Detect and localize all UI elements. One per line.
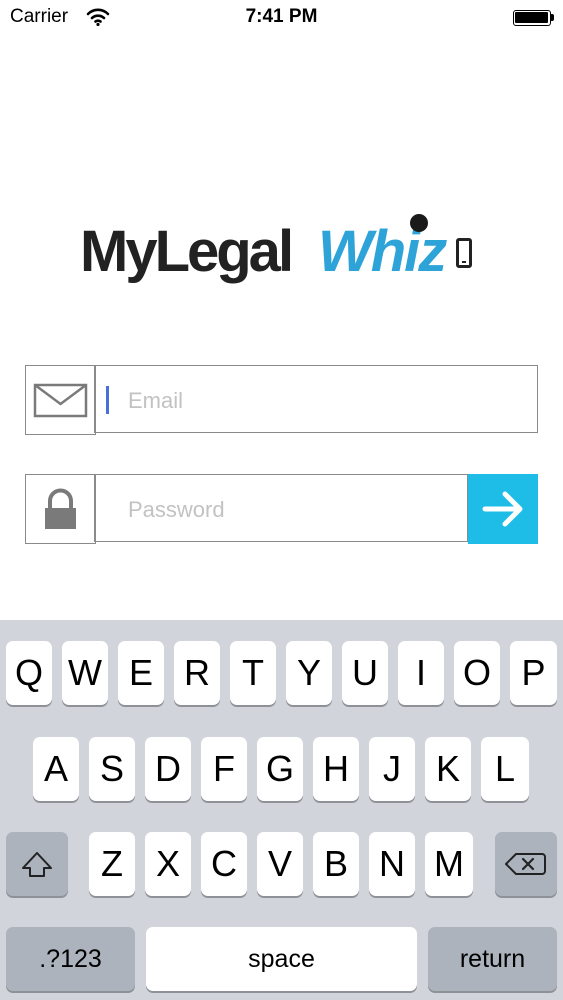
keyboard: Q W E R T Y U I O P A S D F G H J K L Z … [0,620,563,1000]
key-c[interactable]: C [201,832,247,896]
numbers-key[interactable]: .?123 [6,927,135,991]
key-f[interactable]: F [201,737,247,801]
key-l[interactable]: L [481,737,529,801]
backspace-key[interactable] [495,832,557,896]
backspace-icon [505,853,546,875]
key-h[interactable]: H [313,737,359,801]
key-o[interactable]: O [454,641,500,705]
key-x[interactable]: X [145,832,191,896]
logo-text-mylegal: MyLegal [80,219,294,284]
clock: 7:41 PM [245,6,318,27]
password-field-box[interactable] [94,474,468,542]
shift-icon [22,852,52,877]
phone-icon [456,238,472,268]
submit-button[interactable] [468,474,538,544]
key-p[interactable]: P [510,641,557,705]
email-field-box[interactable] [94,365,538,433]
key-r[interactable]: R [174,641,220,705]
arrow-right-icon [482,491,523,527]
key-i[interactable]: I [398,641,444,705]
text-caret [106,386,109,414]
logo-dot [410,214,428,232]
key-d[interactable]: D [145,737,191,801]
envelope-icon [25,365,96,435]
key-n[interactable]: N [369,832,415,896]
key-y[interactable]: Y [286,641,332,705]
key-e[interactable]: E [118,641,164,705]
email-input[interactable] [126,382,430,420]
key-v[interactable]: V [257,832,303,896]
key-q[interactable]: Q [6,641,52,705]
key-j[interactable]: J [369,737,415,801]
key-m[interactable]: M [425,832,473,896]
key-u[interactable]: U [342,641,388,705]
key-w[interactable]: W [62,641,108,705]
key-b[interactable]: B [313,832,359,896]
key-z[interactable]: Z [89,832,135,896]
email-row [25,365,538,435]
key-t[interactable]: T [230,641,276,705]
lock-icon [25,474,96,544]
key-a[interactable]: A [33,737,79,801]
key-g[interactable]: G [257,737,303,801]
password-row [25,474,538,544]
status-bar: Carrier 7:41 PM [0,0,563,38]
battery-icon [513,10,554,26]
key-s[interactable]: S [89,737,135,801]
space-key[interactable]: space [146,927,417,991]
password-input[interactable] [126,491,430,529]
app-logo: MyLegal Whiz [80,212,490,292]
key-k[interactable]: K [425,737,471,801]
return-key[interactable]: return [428,927,557,991]
shift-key[interactable] [6,832,68,896]
